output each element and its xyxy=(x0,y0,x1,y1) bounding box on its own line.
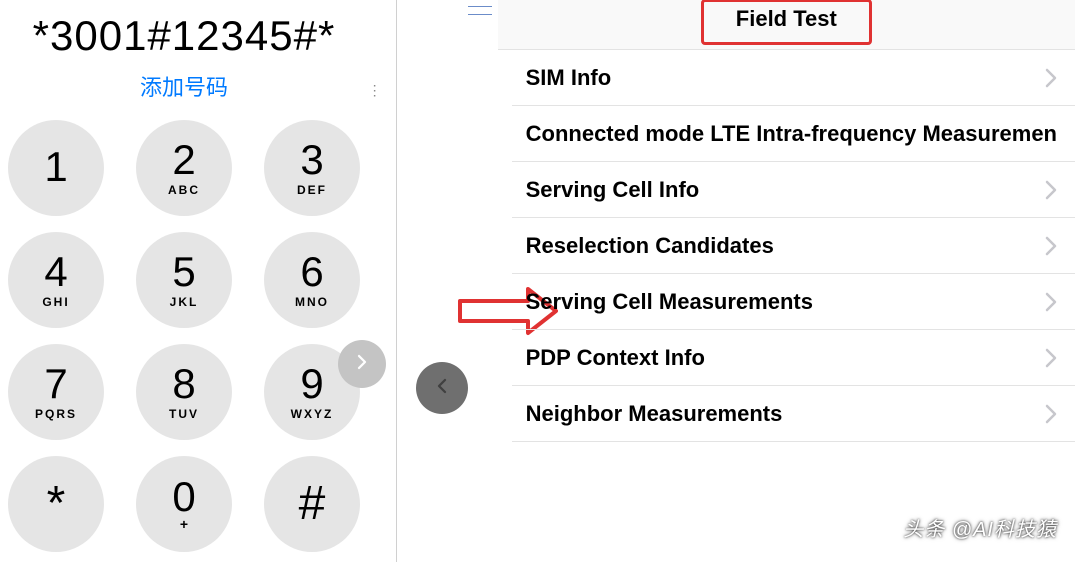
key-5[interactable]: 5 JKL xyxy=(136,232,232,328)
key-digit: # xyxy=(299,480,326,528)
key-digit: * xyxy=(47,480,66,528)
key-8[interactable]: 8 TUV xyxy=(136,344,232,440)
row-serving-cell-measurements[interactable]: Serving Cell Measurements xyxy=(512,274,1075,330)
chevron-right-icon xyxy=(353,353,371,376)
decorative-line xyxy=(468,6,492,7)
row-label: Serving Cell Measurements xyxy=(526,289,813,315)
key-0[interactable]: 0 + xyxy=(136,456,232,552)
key-1[interactable]: 1 xyxy=(8,120,104,216)
chevron-right-icon xyxy=(1045,68,1057,88)
page-title: Field Test xyxy=(736,6,837,31)
key-letters: JKL xyxy=(170,295,199,309)
row-label: PDP Context Info xyxy=(526,345,705,371)
settings-list: SIM Info Connected mode LTE Intra-freque… xyxy=(498,50,1075,442)
chevron-right-icon xyxy=(1045,180,1057,200)
row-pdp-context-info[interactable]: PDP Context Info xyxy=(512,330,1075,386)
key-digit: 6 xyxy=(300,251,323,293)
key-6[interactable]: 6 MNO xyxy=(264,232,360,328)
chevron-right-icon xyxy=(1045,404,1057,424)
key-digit: 1 xyxy=(44,146,67,188)
key-letters: PQRS xyxy=(35,407,77,421)
row-label: SIM Info xyxy=(526,65,612,91)
phone-dialer-panel: *3001#12345#* 添加号码 1 2 ABC 3 DEF 4 GHI 5… xyxy=(0,0,368,562)
key-digit: 0 xyxy=(172,476,195,518)
key-digit: 4 xyxy=(44,251,67,293)
key-letters: WXYZ xyxy=(291,407,334,421)
row-serving-cell-info[interactable]: Serving Cell Info xyxy=(512,162,1075,218)
decorative-line xyxy=(468,14,492,15)
key-7[interactable]: 7 PQRS xyxy=(8,344,104,440)
row-neighbor-measurements[interactable]: Neighbor Measurements xyxy=(512,386,1075,442)
key-4[interactable]: 4 GHI xyxy=(8,232,104,328)
key-3[interactable]: 3 DEF xyxy=(264,120,360,216)
chevron-left-icon xyxy=(433,376,451,401)
add-contact-link[interactable]: 添加号码 xyxy=(8,62,360,120)
keypad: 1 2 ABC 3 DEF 4 GHI 5 JKL 6 MNO xyxy=(8,120,360,552)
watermark-text: 头条 @AI科技猿 xyxy=(903,513,1057,542)
key-letters: + xyxy=(180,516,188,532)
key-letters: ABC xyxy=(168,183,200,197)
chevron-right-icon xyxy=(1045,236,1057,256)
key-letters: GHI xyxy=(42,295,69,309)
row-sim-info[interactable]: SIM Info xyxy=(512,50,1075,106)
key-star[interactable]: * xyxy=(8,456,104,552)
field-test-panel: Field Test ⋮ SIM Info Connected mode LTE… xyxy=(398,0,1075,562)
key-hash[interactable]: # xyxy=(264,456,360,552)
row-label: Neighbor Measurements xyxy=(526,401,783,427)
key-digit: 8 xyxy=(172,363,195,405)
key-letters: TUV xyxy=(169,407,199,421)
key-digit: 2 xyxy=(172,139,195,181)
list-header: Field Test xyxy=(498,0,1075,50)
title-highlight-box: Field Test xyxy=(701,0,872,45)
key-letters: DEF xyxy=(297,183,327,197)
forward-nav-button[interactable] xyxy=(338,340,386,388)
back-nav-button[interactable] xyxy=(416,362,468,414)
row-label: Reselection Candidates xyxy=(526,233,774,259)
dialed-number-display: *3001#12345#* xyxy=(8,0,360,62)
row-label: Connected mode LTE Intra-frequency Measu… xyxy=(526,121,1057,147)
key-letters: MNO xyxy=(295,295,329,309)
row-connected-mode-lte[interactable]: Connected mode LTE Intra-frequency Measu… xyxy=(512,106,1075,162)
key-2[interactable]: 2 ABC xyxy=(136,120,232,216)
decorative-dots: ⋮ xyxy=(368,82,383,99)
row-reselection-candidates[interactable]: Reselection Candidates xyxy=(512,218,1075,274)
chevron-right-icon xyxy=(1045,348,1057,368)
chevron-right-icon xyxy=(1045,292,1057,312)
row-label: Serving Cell Info xyxy=(526,177,700,203)
key-digit: 9 xyxy=(300,363,323,405)
key-digit: 5 xyxy=(172,251,195,293)
key-digit: 3 xyxy=(300,139,323,181)
key-digit: 7 xyxy=(44,363,67,405)
